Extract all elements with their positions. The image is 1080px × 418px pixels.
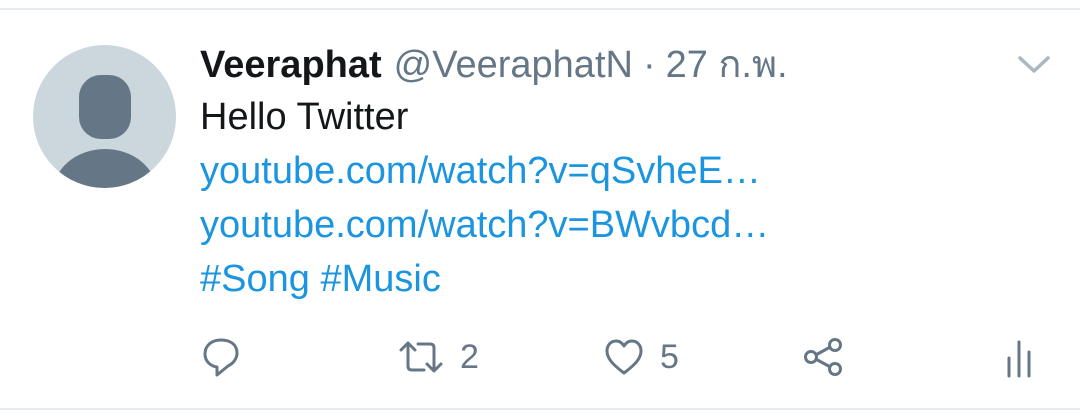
retweet-button[interactable]: 2 (398, 330, 479, 384)
divider-top (0, 8, 1080, 10)
retweet-count: 2 (460, 337, 479, 376)
author-name[interactable]: Veeraphat (200, 40, 382, 90)
separator-dot: · (642, 44, 656, 86)
tweet-timestamp[interactable]: 27 ก.พ. (666, 40, 788, 90)
analytics-button[interactable] (1004, 330, 1034, 384)
heart-icon (605, 339, 643, 375)
tweet-link[interactable]: youtube.com/watch?v=qSvheE… (200, 146, 761, 196)
like-button[interactable]: 5 (604, 330, 679, 384)
hashtag-link[interactable]: #Song (200, 258, 310, 300)
reply-icon (203, 338, 239, 377)
tweet-text: Hello Twitter (200, 96, 409, 138)
retweet-icon (399, 341, 443, 373)
tweet-header: Veeraphat @VeeraphatN · 27 ก.พ. (200, 40, 788, 90)
hashtag-line: #Song #Music (200, 254, 441, 304)
tweet-options-button[interactable] (1016, 52, 1052, 78)
default-profile-icon (53, 75, 157, 188)
tweet-link[interactable]: youtube.com/watch?v=BWvbcd… (200, 200, 769, 250)
author-handle[interactable]: @VeeraphatN (394, 40, 633, 90)
analytics-icon (1007, 340, 1031, 378)
share-icon (804, 338, 842, 376)
hashtag-link[interactable]: #Music (320, 258, 440, 300)
divider-bottom (0, 408, 1080, 410)
avatar[interactable] (33, 45, 176, 188)
reply-button[interactable] (202, 330, 240, 384)
like-count: 5 (660, 337, 679, 376)
chevron-down-icon (1018, 56, 1050, 73)
share-button[interactable] (802, 330, 844, 384)
